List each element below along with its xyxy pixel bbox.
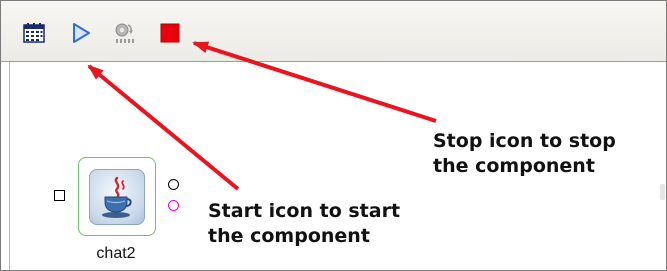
start-callout-line1: Start icon to start [208,200,401,222]
stop-callout-line1: Stop icon to stop [433,130,616,152]
stop-callout: Stop icon to stop the component [433,129,616,179]
stop-callout-arrow [192,41,437,123]
start-callout-line2: the component [208,225,370,247]
start-callout: Start icon to start the component [208,199,400,249]
stop-callout-line2: the component [433,155,595,177]
start-callout-arrow [87,64,240,191]
editor-frame: chat2 Stop icon to stop the component St… [0,0,667,271]
